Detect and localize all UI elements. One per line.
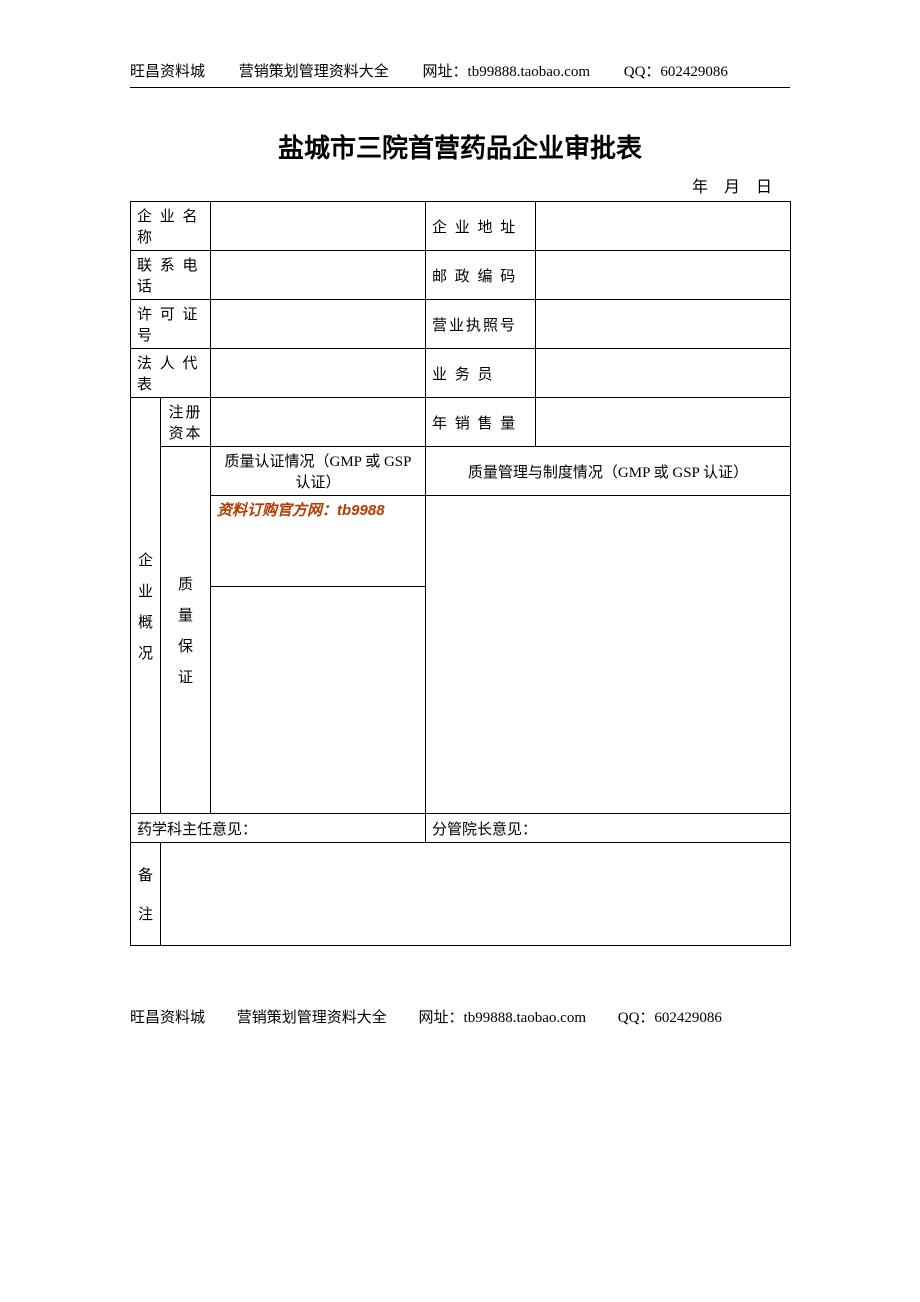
date-day: 日 — [756, 179, 772, 196]
label-qa: 质 量 保 证 — [161, 447, 211, 814]
date-line: 年 月 日 — [130, 173, 790, 197]
value-mgmt-status — [426, 496, 791, 814]
header-site: 旺昌资料城 — [130, 60, 205, 81]
label-reg-capital: 注册资本 — [161, 398, 211, 447]
qa-c1: 质 — [167, 573, 204, 594]
label-company-name: 企 业 名 称 — [131, 202, 211, 251]
value-annual-sales — [536, 398, 791, 447]
footer-url: 网址：tb99888.taobao.com — [419, 1006, 586, 1027]
footer-site: 旺昌资料城 — [130, 1006, 205, 1027]
value-cert-status: 资料订购官方网：tb9988 — [211, 496, 426, 587]
value-salesman — [536, 349, 791, 398]
value-bizlicense — [536, 300, 791, 349]
document-title: 盐城市三院首营药品企业审批表 — [130, 128, 790, 165]
approval-form-table: 企 业 名 称 企 业 地 址 联 系 电 话 邮 政 编 码 许 可 证 号 … — [130, 201, 791, 946]
label-license: 许 可 证 号 — [131, 300, 211, 349]
header-category: 营销策划管理资料大全 — [239, 60, 389, 81]
label-phone: 联 系 电 话 — [131, 251, 211, 300]
value-license — [211, 300, 426, 349]
label-bizlicense: 营业执照号 — [426, 300, 536, 349]
value-company-addr — [536, 202, 791, 251]
director-opinion-cell: 分管院长意见： — [426, 814, 791, 843]
page-header: 旺昌资料城 营销策划管理资料大全 网址：tb99888.taobao.com Q… — [130, 60, 790, 88]
label-salesman: 业 务 员 — [426, 349, 536, 398]
pharmacy-opinion-cell: 药学科主任意见： — [131, 814, 426, 843]
header-url: 网址：tb99888.taobao.com — [423, 60, 590, 81]
label-director-opinion: 分管院长意见： — [432, 822, 537, 838]
label-pharmacy-opinion: 药学科主任意见： — [137, 822, 257, 838]
cert-status-extra — [211, 587, 426, 814]
date-month: 月 — [724, 179, 740, 196]
label-annual-sales: 年 销 售 量 — [426, 398, 536, 447]
header-qq: QQ：602429086 — [624, 60, 728, 81]
qa-c2: 量 — [167, 604, 204, 625]
value-postal — [536, 251, 791, 300]
value-reg-capital — [211, 398, 426, 447]
value-company-name — [211, 202, 426, 251]
label-overview: 企 业 概 况 — [131, 398, 161, 814]
watermark-text: 资料订购官方网：tb9988 — [217, 499, 419, 520]
label-legal-rep: 法 人 代 表 — [131, 349, 211, 398]
value-legal-rep — [211, 349, 426, 398]
label-remarks: 备 注 — [131, 843, 161, 946]
label-company-addr: 企 业 地 址 — [426, 202, 536, 251]
label-cert-status: 质量认证情况（GMP 或 GSP 认证） — [211, 447, 426, 496]
date-year: 年 — [692, 179, 708, 196]
remarks-c2: 注 — [137, 903, 154, 924]
qa-c3: 保 — [167, 635, 204, 656]
page-footer: 旺昌资料城 营销策划管理资料大全 网址：tb99888.taobao.com Q… — [130, 1006, 790, 1027]
qa-c4: 证 — [167, 666, 204, 687]
document-page: 旺昌资料城 营销策划管理资料大全 网址：tb99888.taobao.com Q… — [0, 0, 920, 1067]
label-mgmt-status: 质量管理与制度情况（GMP 或 GSP 认证） — [426, 447, 791, 496]
value-remarks — [161, 843, 791, 946]
footer-category: 营销策划管理资料大全 — [237, 1006, 387, 1027]
label-postal: 邮 政 编 码 — [426, 251, 536, 300]
value-phone — [211, 251, 426, 300]
remarks-c1: 备 — [137, 864, 154, 885]
footer-qq: QQ：602429086 — [618, 1006, 722, 1027]
